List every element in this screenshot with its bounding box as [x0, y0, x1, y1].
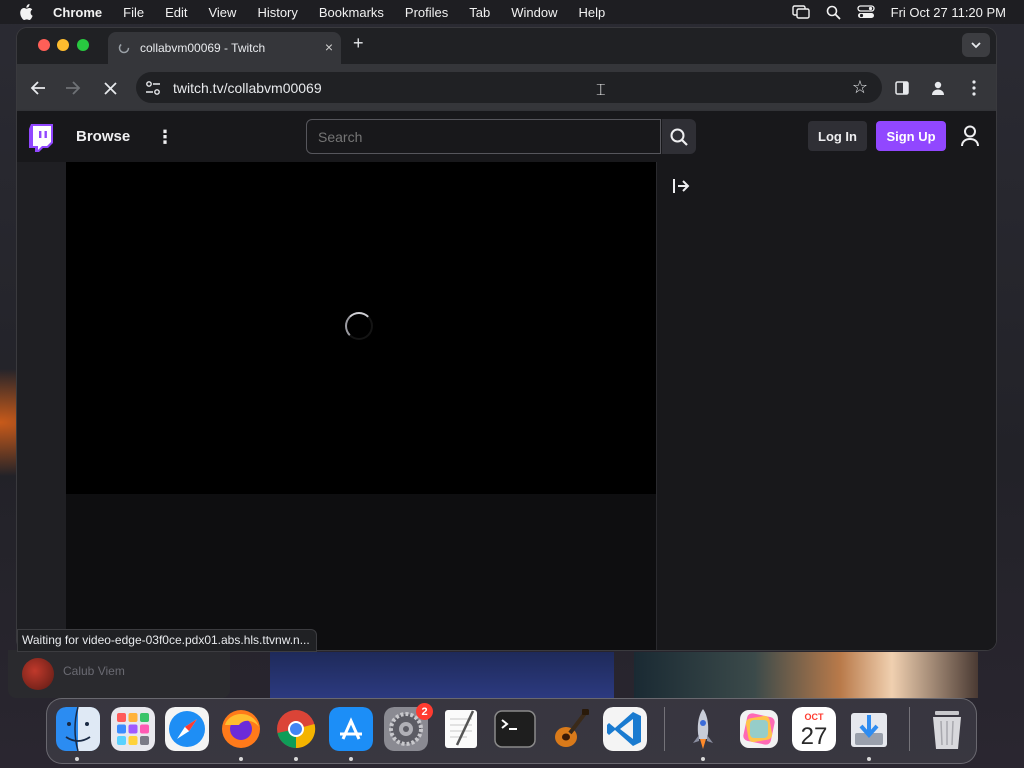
loading-favicon-icon	[118, 42, 130, 54]
rocket-typist-icon[interactable]	[681, 707, 725, 751]
profile-button[interactable]	[926, 76, 950, 100]
text-cursor-icon: ⌶	[596, 82, 606, 99]
background-image-space	[270, 652, 614, 698]
vscode-icon[interactable]	[603, 707, 647, 751]
menu-bar: Chrome File Edit View History Bookmarks …	[0, 0, 1024, 24]
browser-status-bubble: Waiting for video-edge-03f0ce.pdx01.abs.…	[17, 629, 317, 652]
arrow-left-icon	[30, 81, 45, 95]
calendar-month-label: OCT	[805, 712, 825, 722]
menu-clock[interactable]: Fri Oct 27 11:20 PM	[891, 5, 1006, 20]
garageband-icon[interactable]	[548, 707, 592, 751]
menu-history[interactable]: History	[257, 5, 297, 20]
minimize-window-button[interactable]	[57, 39, 69, 51]
apple-menu-icon[interactable]	[19, 4, 33, 20]
address-bar[interactable]: twitch.tv/collabvm00069 ⌶ ☆	[136, 72, 882, 103]
dock-separator	[664, 707, 665, 751]
menu-file[interactable]: File	[123, 5, 144, 20]
dock-running-indicator	[701, 757, 705, 761]
menu-window[interactable]: Window	[511, 5, 557, 20]
more-options-icon[interactable]: ⋮	[156, 127, 174, 148]
close-icon	[103, 81, 117, 95]
twitch-page: Browse ⋮ Log In Sign Up	[17, 111, 996, 650]
sign-up-button[interactable]: Sign Up	[876, 121, 946, 151]
search-button[interactable]	[662, 119, 696, 154]
dock-running-indicator	[239, 757, 243, 761]
search-icon	[670, 128, 688, 146]
menu-profiles[interactable]: Profiles	[405, 5, 448, 20]
back-button[interactable]	[26, 76, 50, 100]
tab-search-button[interactable]	[962, 33, 990, 57]
loading-spinner-icon	[345, 312, 373, 340]
stop-loading-button[interactable]	[98, 76, 122, 100]
browser-toolbar: twitch.tv/collabvm00069 ⌶ ☆	[17, 64, 996, 147]
collapse-chat-icon[interactable]	[671, 176, 691, 196]
background-window-label: Calub Viem	[63, 664, 125, 678]
launchpad-icon[interactable]	[111, 707, 155, 751]
trash-icon[interactable]	[925, 707, 969, 751]
search-input[interactable]	[316, 128, 650, 146]
twitch-top-nav: Browse ⋮ Log In Sign Up	[17, 111, 996, 162]
menu-bookmarks[interactable]: Bookmarks	[319, 5, 384, 20]
settings-notification-badge: 2	[416, 703, 433, 720]
calendar-day-label: 27	[801, 723, 828, 750]
background-window[interactable]: Calub Viem	[8, 650, 230, 698]
browse-link[interactable]: Browse	[76, 128, 130, 145]
dock: OCT 27	[46, 698, 977, 764]
chrome-icon[interactable]	[274, 707, 318, 751]
menu-edit[interactable]: Edit	[165, 5, 187, 20]
screen-mirroring-icon[interactable]	[791, 5, 810, 19]
dock-running-indicator	[294, 757, 298, 761]
calendar-icon[interactable]: OCT 27	[792, 707, 836, 751]
arrow-right-icon	[66, 81, 81, 95]
textedit-icon[interactable]	[439, 707, 483, 751]
twitch-search-box[interactable]	[306, 119, 661, 154]
spotlight-search-icon[interactable]	[826, 5, 841, 20]
menu-help[interactable]: Help	[579, 5, 606, 20]
chat-panel	[656, 162, 996, 650]
side-panel-button[interactable]	[890, 76, 914, 100]
finder-icon[interactable]	[56, 707, 100, 751]
app-store-icon[interactable]	[329, 707, 373, 751]
channel-info-area	[66, 494, 656, 650]
menu-app-name[interactable]: Chrome	[53, 5, 102, 20]
tab-strip: collabvm00069 - Twitch × +	[17, 28, 996, 64]
dock-running-indicator	[349, 757, 353, 761]
new-tab-button[interactable]: +	[353, 33, 364, 54]
downloads-folder-icon[interactable]	[847, 707, 891, 751]
bookmark-star-icon[interactable]: ☆	[852, 77, 868, 98]
background-image-photo	[634, 652, 978, 698]
control-center-icon[interactable]	[856, 5, 875, 19]
twitch-side-nav	[17, 162, 66, 650]
dock-running-indicator	[867, 757, 871, 761]
url-text[interactable]: twitch.tv/collabvm00069	[173, 80, 322, 96]
side-panel-icon	[895, 81, 909, 95]
menu-bar-extras: Fri Oct 27 11:20 PM	[791, 0, 1006, 24]
close-window-button[interactable]	[38, 39, 50, 51]
chrome-menu-button[interactable]	[962, 76, 986, 100]
twitch-logo-icon[interactable]	[29, 124, 53, 152]
dock-separator	[909, 707, 910, 751]
safari-icon[interactable]	[165, 707, 209, 751]
browser-window: collabvm00069 - Twitch × + twitch.tv/col…	[17, 28, 996, 650]
chevron-down-icon	[971, 41, 981, 48]
terminal-icon[interactable]	[493, 707, 537, 751]
pixelmator-icon[interactable]	[737, 707, 781, 751]
tab-close-icon[interactable]: ×	[325, 39, 333, 55]
more-vertical-icon	[972, 80, 976, 96]
background-avatar	[22, 658, 54, 690]
tab-active[interactable]: collabvm00069 - Twitch ×	[108, 32, 341, 64]
user-menu-icon[interactable]	[960, 125, 980, 147]
video-player[interactable]	[66, 162, 656, 494]
site-settings-icon[interactable]	[145, 80, 161, 96]
tab-title: collabvm00069 - Twitch	[140, 41, 266, 55]
log-in-button[interactable]: Log In	[808, 121, 867, 151]
profile-icon	[932, 81, 944, 95]
menu-tab[interactable]: Tab	[469, 5, 490, 20]
forward-button[interactable]	[61, 76, 85, 100]
menu-view[interactable]: View	[208, 5, 236, 20]
zoom-window-button[interactable]	[77, 39, 89, 51]
dock-running-indicator	[75, 757, 79, 761]
firefox-icon[interactable]	[219, 707, 263, 751]
